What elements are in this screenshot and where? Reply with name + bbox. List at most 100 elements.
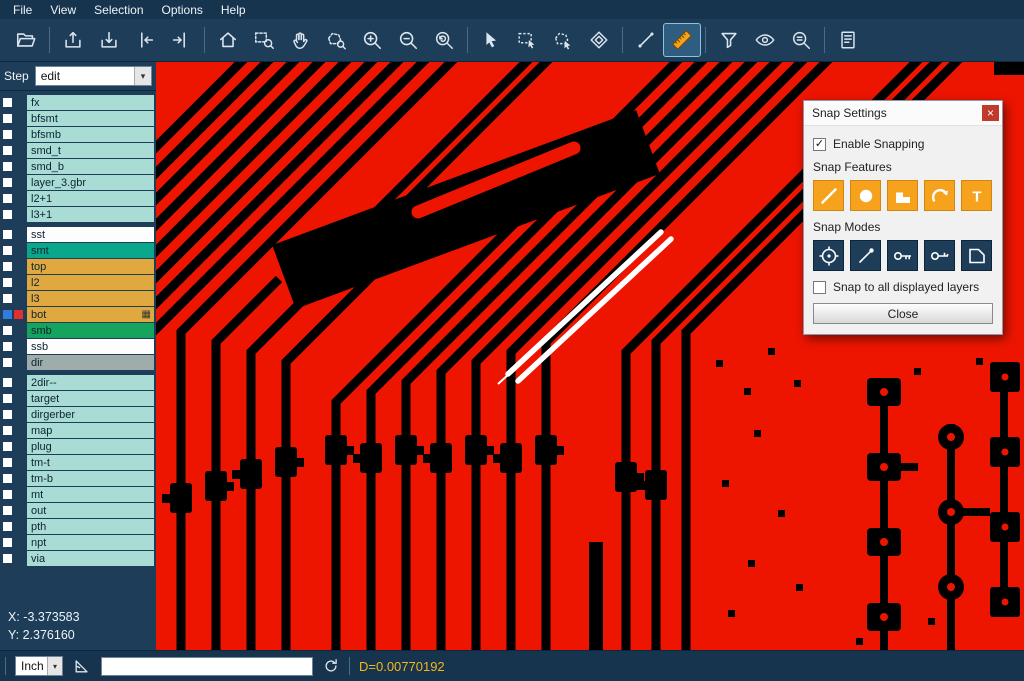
layer-active-indicator[interactable] <box>14 310 23 319</box>
select-rectangle-button[interactable] <box>509 24 545 56</box>
layer-visibility-checkbox[interactable] <box>3 410 12 419</box>
layer-row-target[interactable]: target <box>0 391 156 406</box>
layer-visibility-checkbox[interactable] <box>3 506 12 515</box>
layer-active-indicator[interactable] <box>14 378 23 387</box>
filter-button[interactable] <box>711 24 747 56</box>
zoom-out-button[interactable] <box>390 24 426 56</box>
menu-help[interactable]: Help <box>212 1 255 19</box>
snap-contour-button[interactable] <box>961 240 992 271</box>
layer-visibility-checkbox[interactable] <box>3 194 12 203</box>
layer-active-indicator[interactable] <box>14 490 23 499</box>
page-right-button[interactable] <box>163 24 199 56</box>
layer-active-indicator[interactable] <box>14 114 23 123</box>
layer-row-sst[interactable]: sst <box>0 227 156 242</box>
layer-name-cell[interactable]: l3+1 <box>27 207 154 222</box>
layer-row-smd_b[interactable]: smd_b <box>0 159 156 174</box>
layer-visibility-checkbox[interactable] <box>3 326 12 335</box>
layer-name-cell[interactable]: top <box>27 259 154 274</box>
layer-visibility-checkbox[interactable] <box>3 358 12 367</box>
layer-active-indicator[interactable] <box>14 278 23 287</box>
angle-measure-icon[interactable] <box>72 656 92 676</box>
layer-visibility-checkbox[interactable] <box>3 538 12 547</box>
layer-visibility-checkbox[interactable] <box>3 262 12 271</box>
layer-name-cell[interactable]: target <box>27 391 154 406</box>
layer-active-indicator[interactable] <box>14 522 23 531</box>
layer-name-cell[interactable]: sst <box>27 227 154 242</box>
layer-row-bfsmb[interactable]: bfsmb <box>0 127 156 142</box>
snap-intersection-button[interactable] <box>924 240 955 271</box>
layer-visibility-checkbox[interactable] <box>3 442 12 451</box>
transform-button[interactable] <box>581 24 617 56</box>
layer-active-indicator[interactable] <box>14 194 23 203</box>
layer-name-cell[interactable]: mt <box>27 487 154 502</box>
layer-name-cell[interactable]: bot▦ <box>27 307 154 322</box>
layer-row-layer_3.gbr[interactable]: layer_3.gbr <box>0 175 156 190</box>
all-layers-checkbox[interactable] <box>813 281 826 294</box>
layer-row-mt[interactable]: mt <box>0 487 156 502</box>
layer-row-top[interactable]: top <box>0 259 156 274</box>
measure-ruler-button[interactable] <box>664 24 700 56</box>
layer-name-cell[interactable]: out <box>27 503 154 518</box>
unit-select[interactable]: Inch ▾ <box>15 656 63 676</box>
layer-visibility-checkbox[interactable] <box>3 246 12 255</box>
layer-row-l3+1[interactable]: l3+1 <box>0 207 156 222</box>
snap-pad-button[interactable] <box>850 180 881 211</box>
layer-row-2dir--[interactable]: 2dir-- <box>0 375 156 390</box>
layer-name-cell[interactable]: bfsmb <box>27 127 154 142</box>
layer-active-indicator[interactable] <box>14 326 23 335</box>
layer-name-cell[interactable]: l2+1 <box>27 191 154 206</box>
layer-active-indicator[interactable] <box>14 294 23 303</box>
layer-active-indicator[interactable] <box>14 358 23 367</box>
select-polygon-button[interactable] <box>545 24 581 56</box>
layer-row-bfsmt[interactable]: bfsmt <box>0 111 156 126</box>
layer-row-out[interactable]: out <box>0 503 156 518</box>
layer-name-cell[interactable]: tm-b <box>27 471 154 486</box>
layer-row-smb[interactable]: smb <box>0 323 156 338</box>
zoom-area-button[interactable] <box>246 24 282 56</box>
snap-arc-button[interactable] <box>924 180 955 211</box>
zoom-in-button[interactable] <box>354 24 390 56</box>
layer-active-indicator[interactable] <box>14 262 23 271</box>
layer-active-indicator[interactable] <box>14 538 23 547</box>
layer-name-cell[interactable]: l2 <box>27 275 154 290</box>
menu-view[interactable]: View <box>41 1 85 19</box>
layer-name-cell[interactable]: bfsmt <box>27 111 154 126</box>
layer-visibility-checkbox[interactable] <box>3 474 12 483</box>
layer-row-map[interactable]: map <box>0 423 156 438</box>
layer-name-cell[interactable]: smt <box>27 243 154 258</box>
export-up-button[interactable] <box>55 24 91 56</box>
layer-active-indicator[interactable] <box>14 426 23 435</box>
command-input[interactable] <box>101 657 313 676</box>
layer-visibility-checkbox[interactable] <box>3 130 12 139</box>
layer-active-indicator[interactable] <box>14 474 23 483</box>
layer-name-cell[interactable]: dirgerber <box>27 407 154 422</box>
select-cursor-button[interactable] <box>473 24 509 56</box>
layer-row-l3[interactable]: l3 <box>0 291 156 306</box>
home-view-button[interactable] <box>210 24 246 56</box>
layer-active-indicator[interactable] <box>14 554 23 563</box>
layer-visibility-checkbox[interactable] <box>3 114 12 123</box>
layer-row-dir[interactable]: dir <box>0 355 156 370</box>
layer-name-cell[interactable]: tm-t <box>27 455 154 470</box>
snap-text-button[interactable]: T <box>961 180 992 211</box>
layer-row-tm-t[interactable]: tm-t <box>0 455 156 470</box>
layer-active-indicator[interactable] <box>14 146 23 155</box>
layer-row-tm-b[interactable]: tm-b <box>0 471 156 486</box>
layer-visibility-checkbox[interactable] <box>3 146 12 155</box>
snap-corner-button[interactable] <box>887 180 918 211</box>
layer-visibility-checkbox[interactable] <box>3 378 12 387</box>
layer-name-cell[interactable]: dir <box>27 355 154 370</box>
layer-active-indicator[interactable] <box>14 394 23 403</box>
layer-visibility-checkbox[interactable] <box>3 554 12 563</box>
line-tool-button[interactable] <box>628 24 664 56</box>
layer-name-cell[interactable]: fx <box>27 95 154 110</box>
layer-active-indicator[interactable] <box>14 98 23 107</box>
layer-visibility-checkbox[interactable] <box>3 294 12 303</box>
layer-visibility-checkbox[interactable] <box>3 490 12 499</box>
close-button[interactable]: Close <box>813 303 993 324</box>
layer-name-cell[interactable]: smd_t <box>27 143 154 158</box>
layer-active-indicator[interactable] <box>14 210 23 219</box>
layer-row-plug[interactable]: plug <box>0 439 156 454</box>
layer-active-indicator[interactable] <box>14 442 23 451</box>
layer-visibility-checkbox[interactable] <box>3 178 12 187</box>
